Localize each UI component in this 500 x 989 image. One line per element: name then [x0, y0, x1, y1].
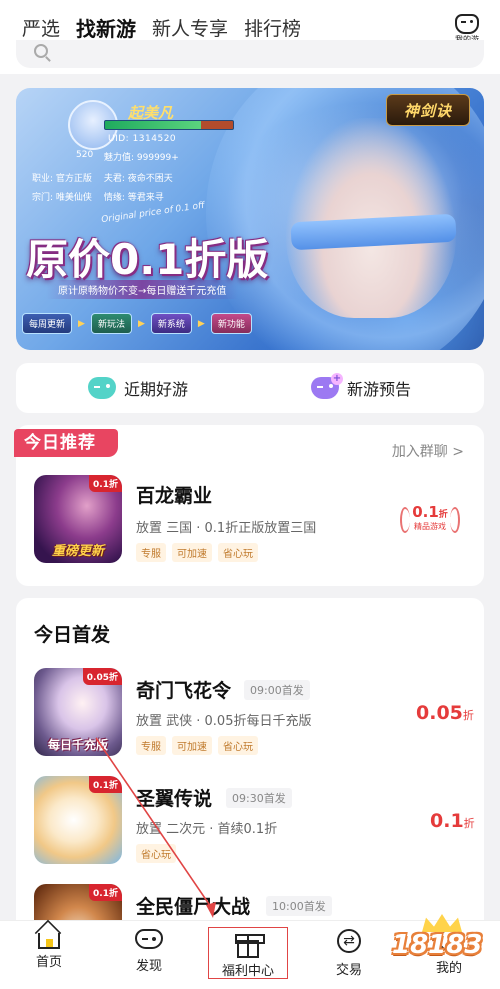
level-label: 520 [76, 150, 94, 160]
discount-badge: 0.1折 [89, 475, 122, 492]
price-label: 0.1折 [430, 810, 475, 832]
join-group-chat-link[interactable]: 加入群聊 > [392, 441, 464, 461]
laurel-icon [400, 507, 410, 533]
banner-headline: 原价0.1折版 [26, 235, 269, 284]
search-icon [34, 44, 48, 58]
banner-subline: 原计原畅物价不变→每日赠送千元充值 [46, 280, 239, 299]
tag-easy-play: 省心玩 [218, 543, 258, 562]
hp-bar [104, 120, 234, 130]
uid-text: UID: 1314520 [108, 134, 177, 144]
nav-home[interactable]: 首页 [14, 929, 84, 970]
arrow-icon: ▶ [78, 318, 85, 329]
quality-seal: 0.1折 精品游戏 [398, 503, 462, 543]
chip-new-gameplay: 新玩法 [90, 313, 132, 334]
tag-easy-play: 省心玩 [218, 736, 258, 755]
game-logo: 神剑诀 [386, 94, 470, 126]
home-icon [38, 933, 60, 949]
game-desc: 放置 二次元 · 首续0.1折 [136, 822, 278, 837]
info-bond: 情缘: 等君来寻 [103, 193, 164, 203]
launch-time: 10:00首发 [266, 896, 332, 916]
today-recommend-card: 今日推荐 加入群聊 > 0.1折 重磅更新 百龙霸业 放置 三国 · 0.1折正… [14, 425, 484, 586]
search-bar[interactable] [16, 40, 484, 68]
discount-badge: 0.05折 [82, 668, 122, 685]
info-sect: 宗门: 唯美仙侠 [32, 193, 92, 203]
price-value: 0.05 [416, 702, 463, 724]
watermark-logo: 18183 [392, 912, 492, 972]
game-icon-shengyi[interactable]: 0.1折 [34, 776, 122, 864]
discount-badge: 0.1折 [89, 776, 122, 793]
gamepad-icon [455, 14, 479, 34]
banner-chips: 每周更新 ▶ 新玩法 ▶ 新系统 ▶ 新功能 [22, 313, 252, 334]
recent-good-games-label: 近期好游 [124, 380, 189, 399]
game-name[interactable]: 圣翼传说 [136, 784, 212, 811]
nav-welfare-center[interactable]: 福利中心 [208, 927, 288, 979]
info-job: 职业: 官方正版 [32, 174, 92, 184]
info-spouse: 夫君: 夜命不困天 [103, 174, 173, 184]
game-name[interactable]: 全民僵尸大战 [136, 892, 250, 919]
recent-good-games-button[interactable]: 近期好游 [88, 373, 188, 403]
arrow-icon: ▶ [137, 318, 145, 329]
game-desc: 放置 三国 · 0.1折正版放置三国 [136, 521, 317, 536]
game-tags: 专服 可加速 省心玩 [136, 543, 258, 562]
promo-banner[interactable]: 520 起美凡 UID: 1314520 魅力值: 999999+ 职业: 官方… [16, 88, 484, 350]
chip-new-system: 新系统 [150, 313, 192, 334]
gift-icon [235, 934, 265, 958]
laurel-icon [450, 507, 460, 533]
gamepad-icon [135, 929, 163, 949]
watermark-text: 18183 [392, 930, 483, 960]
upcoming-games-label: 新游预告 [347, 380, 412, 399]
chip-new-feature: 新功能 [210, 313, 252, 334]
price-unit: 折 [463, 817, 475, 830]
icon-overlay-text: 重磅更新 [51, 544, 104, 559]
game-desc: 放置 武侠 · 0.05折每日千充版 [136, 714, 312, 729]
tag-exclusive-server: 专服 [136, 736, 166, 755]
nav-discover[interactable]: 发现 [114, 929, 184, 974]
price-unit: 折 [462, 709, 474, 722]
launch-time: 09:00首发 [244, 680, 310, 700]
trade-icon [337, 929, 361, 953]
discount-badge: 0.1折 [89, 884, 122, 901]
game-icon-qimen[interactable]: 0.05折 每日千充版 [34, 668, 122, 756]
nav-discover-label: 发现 [135, 959, 162, 974]
game-icon-bailong[interactable]: 0.1折 重磅更新 [34, 475, 122, 563]
game-tags: 专服 可加速 省心玩 [136, 736, 258, 755]
game-tags: 省心玩 [136, 844, 176, 863]
arrow-icon: ▶ [197, 318, 205, 329]
today-recommend-tag: 今日推荐 [14, 429, 118, 457]
today-launch-card: 今日首发 0.05折 每日千充版 奇门飞花令 09:00首发 放置 武侠 · 0… [16, 598, 484, 928]
quick-entries: 近期好游 + 新游预告 [16, 363, 484, 413]
profile-info: 职业: 官方正版 夫君: 夜命不困天 宗门: 唯美仙侠 情缘: 等君来寻 [32, 170, 173, 208]
tag-easy-play: 省心玩 [136, 844, 176, 863]
game-name[interactable]: 奇门飞花令 [136, 676, 231, 703]
chip-weekly-update: 每周更新 [22, 313, 73, 334]
launch-time: 09:30首发 [226, 788, 292, 808]
tag-exclusive-server: 专服 [136, 543, 166, 562]
seal-value: 0.1 [412, 503, 439, 521]
nav-trade-label: 交易 [335, 963, 362, 978]
charm-text: 魅力值: 999999+ [104, 153, 179, 163]
gamepad-icon [88, 377, 116, 399]
nav-trade[interactable]: 交易 [314, 929, 384, 978]
gamepad-plus-icon: + [311, 373, 343, 399]
game-name[interactable]: 百龙霸业 [136, 481, 212, 508]
price-value: 0.1 [430, 810, 464, 832]
price-label: 0.05折 [416, 702, 474, 724]
tag-accelerate: 可加速 [172, 543, 212, 562]
nav-welfare-label: 福利中心 [221, 964, 274, 979]
icon-overlay-text: 每日千充版 [47, 738, 108, 752]
nav-home-label: 首页 [35, 955, 62, 970]
section-title: 今日首发 [34, 624, 111, 646]
top-bar: 严选 找新游 新人专享 排行榜 我的游戏 [0, 0, 500, 74]
tag-accelerate: 可加速 [172, 736, 212, 755]
seal-unit: 折 [438, 510, 448, 520]
upcoming-games-button[interactable]: + 新游预告 [311, 373, 411, 403]
